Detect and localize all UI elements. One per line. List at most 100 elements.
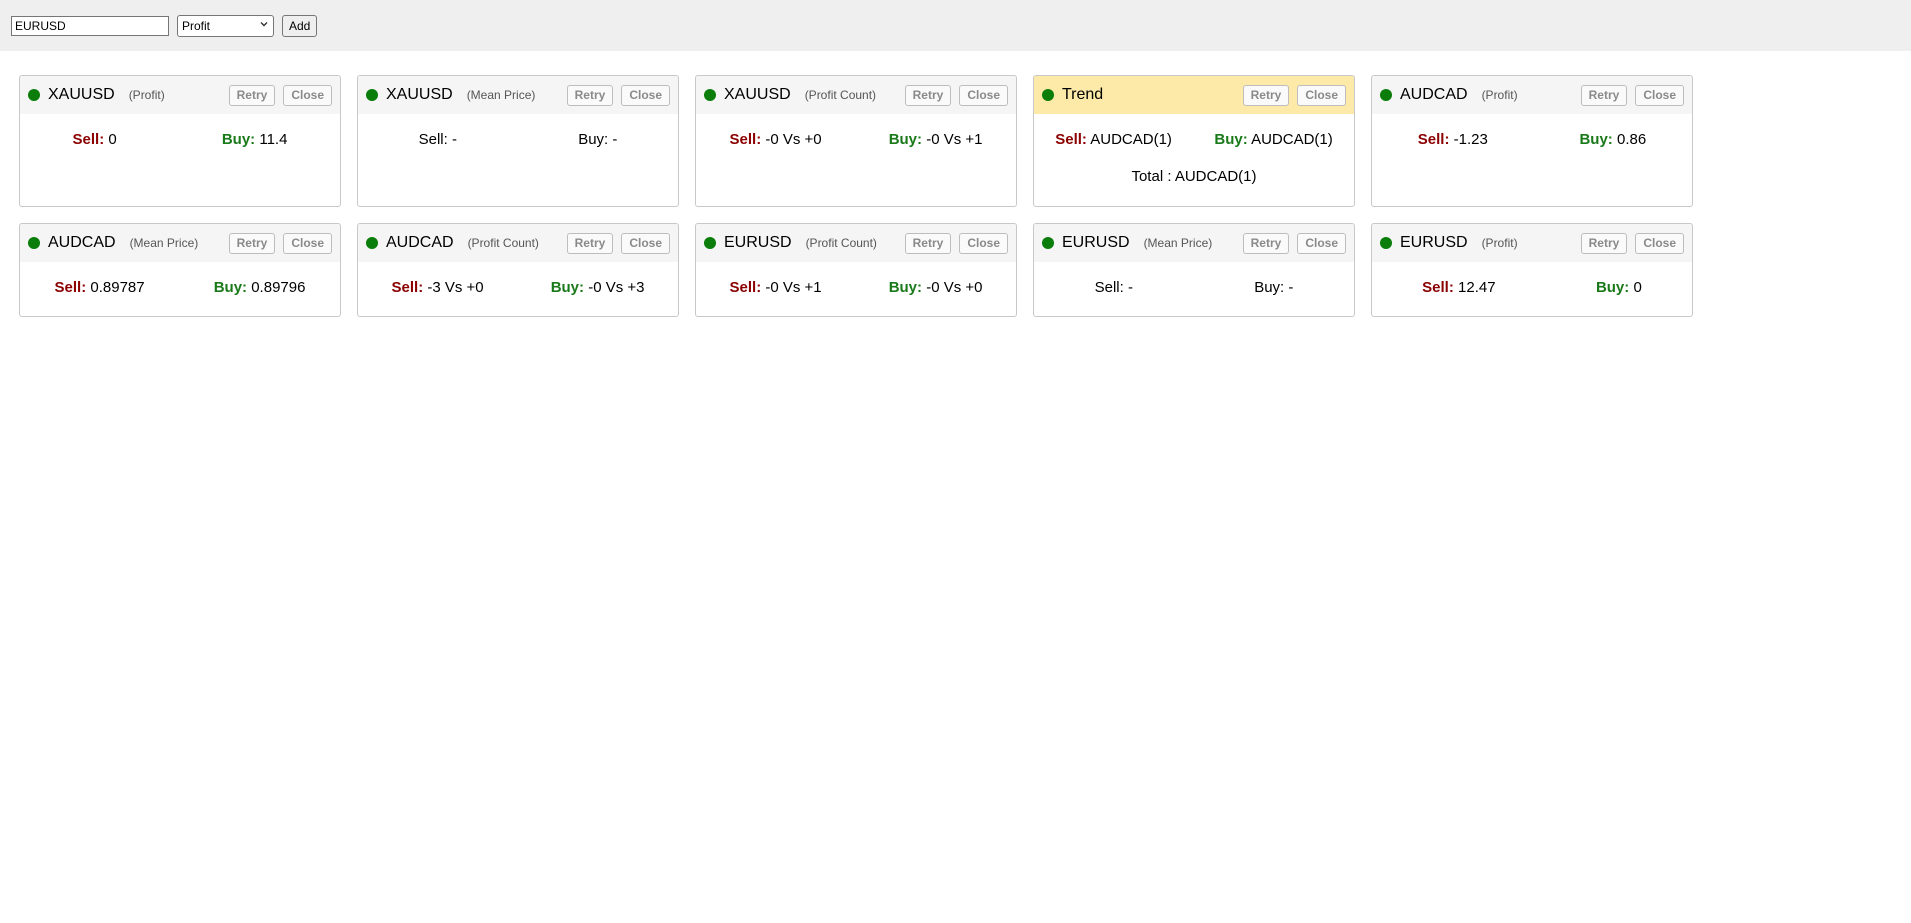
close-button[interactable]: Close bbox=[1635, 84, 1684, 106]
close-button[interactable]: Close bbox=[621, 84, 670, 106]
card-header: Trend Retry Close bbox=[1034, 76, 1354, 114]
buy-value: Buy: 0.89796 bbox=[214, 279, 306, 296]
sell-value: Sell: -0 Vs +1 bbox=[730, 279, 822, 296]
retry-button[interactable]: Retry bbox=[1242, 84, 1290, 106]
buy-value: Buy: 0 bbox=[1596, 279, 1642, 296]
close-button[interactable]: Close bbox=[959, 232, 1008, 254]
retry-button[interactable]: Retry bbox=[566, 232, 614, 254]
sell-label: Sell: bbox=[391, 279, 424, 296]
retry-button[interactable]: Retry bbox=[228, 232, 276, 254]
status-dot-icon bbox=[1380, 89, 1392, 101]
sell-value: Sell: 0 bbox=[73, 131, 117, 148]
sell-value: Sell: - bbox=[419, 131, 457, 148]
buy-amount: - bbox=[612, 131, 618, 148]
total-label: Total : bbox=[1131, 168, 1172, 185]
status-dot-icon bbox=[704, 237, 716, 249]
card-body: Sell: -3 Vs +0 Buy: -0 Vs +3 bbox=[358, 262, 678, 296]
card-body: Sell: AUDCAD(1) Buy: AUDCAD(1) bbox=[1034, 114, 1354, 148]
card-symbol: XAUUSD bbox=[386, 86, 453, 103]
sell-amount: 0.89787 bbox=[90, 279, 145, 296]
card-body: Sell: 0 Buy: 11.4 bbox=[20, 114, 340, 148]
status-dot-icon bbox=[28, 89, 40, 101]
status-dot-icon bbox=[28, 237, 40, 249]
close-button[interactable]: Close bbox=[283, 84, 332, 106]
card-symbol: AUDCAD bbox=[386, 234, 454, 251]
status-dot-icon bbox=[704, 89, 716, 101]
card-body: Sell: - Buy: - bbox=[358, 114, 678, 148]
retry-button[interactable]: Retry bbox=[228, 84, 276, 106]
monitor-card: EURUSD (Mean Price) Retry Close Sell: - … bbox=[1033, 223, 1355, 317]
sell-amount: -1.23 bbox=[1453, 131, 1488, 148]
buy-label: Buy: bbox=[221, 131, 256, 148]
monitor-card: XAUUSD (Profit) Retry Close Sell: 0 Buy:… bbox=[19, 75, 341, 207]
symbol-input[interactable] bbox=[11, 15, 169, 36]
buy-label: Buy: bbox=[1579, 131, 1613, 148]
retry-button[interactable]: Retry bbox=[1580, 232, 1628, 254]
monitor-card: AUDCAD (Mean Price) Retry Close Sell: 0.… bbox=[19, 223, 341, 317]
card-mode: (Profit Count) bbox=[467, 236, 539, 250]
card-header: AUDCAD (Mean Price) Retry Close bbox=[20, 224, 340, 262]
retry-button[interactable]: Retry bbox=[566, 84, 614, 106]
card-mode: (Profit) bbox=[128, 88, 165, 102]
sell-label: Sell: bbox=[418, 131, 448, 148]
card-header: EURUSD (Profit) Retry Close bbox=[1372, 224, 1692, 262]
card-symbol: EURUSD bbox=[1062, 234, 1130, 251]
sell-value: Sell: -3 Vs +0 bbox=[392, 279, 484, 296]
close-button[interactable]: Close bbox=[1297, 84, 1346, 106]
buy-amount: - bbox=[1288, 279, 1294, 296]
close-button[interactable]: Close bbox=[1297, 232, 1346, 254]
sell-value: Sell: 0.89787 bbox=[55, 279, 145, 296]
sell-amount: - bbox=[1127, 279, 1133, 296]
close-button[interactable]: Close bbox=[621, 232, 670, 254]
retry-button[interactable]: Retry bbox=[904, 84, 952, 106]
buy-label: Buy: bbox=[1214, 131, 1248, 148]
close-button[interactable]: Close bbox=[283, 232, 332, 254]
card-body: Sell: 0.89787 Buy: 0.89796 bbox=[20, 262, 340, 296]
buy-value: Buy: - bbox=[1254, 279, 1293, 296]
card-mode: (Profit) bbox=[1481, 88, 1518, 102]
status-dot-icon bbox=[366, 237, 378, 249]
card-mode: (Profit Count) bbox=[804, 88, 877, 102]
sell-label: Sell: bbox=[72, 131, 105, 148]
buy-amount: -0 Vs +0 bbox=[926, 279, 983, 296]
card-symbol: AUDCAD bbox=[48, 234, 116, 251]
mode-select-value: Profit bbox=[182, 18, 211, 33]
sell-value: Sell: - bbox=[1095, 279, 1133, 296]
sell-value: Sell: AUDCAD(1) bbox=[1055, 131, 1172, 148]
status-dot-icon bbox=[1042, 237, 1054, 249]
sell-label: Sell: bbox=[54, 279, 87, 296]
buy-label: Buy: bbox=[550, 279, 585, 296]
buy-value: Buy: 11.4 bbox=[222, 131, 288, 148]
buy-value: Buy: - bbox=[578, 131, 617, 148]
sell-label: Sell: bbox=[729, 279, 762, 296]
sell-label: Sell: bbox=[1094, 279, 1124, 296]
retry-button[interactable]: Retry bbox=[1242, 232, 1290, 254]
mode-select[interactable]: Profit bbox=[177, 14, 274, 37]
card-symbol: EURUSD bbox=[724, 234, 792, 251]
add-button[interactable]: Add bbox=[282, 14, 318, 37]
card-body: Sell: -0 Vs +0 Buy: -0 Vs +1 bbox=[696, 114, 1016, 148]
sell-amount: -3 Vs +0 bbox=[427, 279, 484, 296]
close-button[interactable]: Close bbox=[959, 84, 1008, 106]
buy-amount: 11.4 bbox=[259, 131, 288, 148]
card-mode: (Mean Price) bbox=[1143, 236, 1213, 250]
buy-label: Buy: bbox=[888, 131, 923, 148]
buy-value: Buy: -0 Vs +1 bbox=[889, 131, 983, 148]
card-header: EURUSD (Profit Count) Retry Close bbox=[696, 224, 1016, 262]
buy-amount: -0 Vs +1 bbox=[926, 131, 983, 148]
retry-button[interactable]: Retry bbox=[904, 232, 952, 254]
buy-label: Buy: bbox=[1254, 279, 1285, 296]
sell-value: Sell: 12.47 bbox=[1422, 279, 1495, 296]
sell-amount: AUDCAD(1) bbox=[1090, 131, 1172, 148]
monitor-card: AUDCAD (Profit) Retry Close Sell: -1.23 … bbox=[1371, 75, 1693, 207]
toolbar: Profit Add bbox=[0, 0, 1911, 51]
sell-value: Sell: -0 Vs +0 bbox=[730, 131, 822, 148]
retry-button[interactable]: Retry bbox=[1580, 84, 1628, 106]
card-mode: (Mean Price) bbox=[129, 236, 199, 250]
sell-amount: 12.47 bbox=[1458, 279, 1496, 296]
card-body: Sell: -0 Vs +1 Buy: -0 Vs +0 bbox=[696, 262, 1016, 296]
card-header: XAUUSD (Profit Count) Retry Close bbox=[696, 76, 1016, 114]
close-button[interactable]: Close bbox=[1635, 232, 1684, 254]
buy-amount: AUDCAD(1) bbox=[1251, 131, 1333, 148]
card-header: AUDCAD (Profit Count) Retry Close bbox=[358, 224, 678, 262]
